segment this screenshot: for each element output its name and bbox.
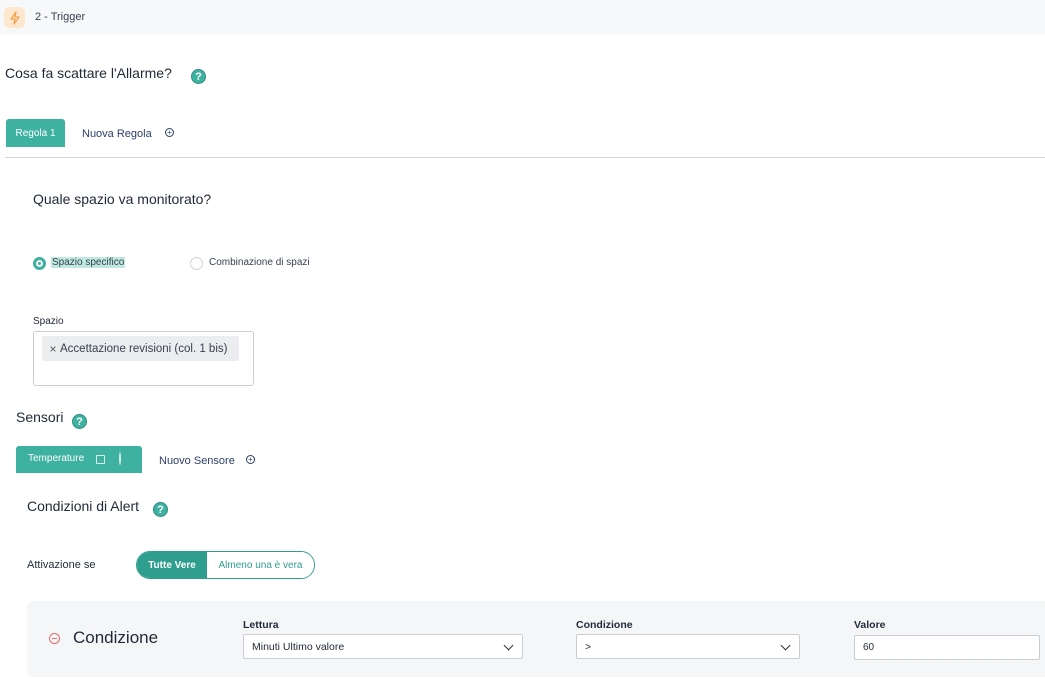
remove-condition-icon[interactable] bbox=[49, 633, 60, 644]
add-sensor-icon[interactable]: + bbox=[246, 455, 255, 464]
activation-label: Attivazione se bbox=[27, 559, 96, 571]
radio-combinazione-spazi-label: Combinazione di spazi bbox=[209, 257, 310, 268]
radio-spazio-specifico[interactable] bbox=[33, 257, 46, 270]
radio-combinazione-spazi[interactable] bbox=[190, 257, 203, 270]
condizione-select[interactable]: > bbox=[576, 634, 800, 659]
spazio-chip: × Accettazione revisioni (col. 1 bis) bbox=[42, 336, 239, 361]
step-header bbox=[0, 0, 1045, 35]
step-title: 2 - Trigger bbox=[35, 11, 86, 23]
chevron-down-icon bbox=[780, 640, 791, 651]
remove-sensor-icon[interactable] bbox=[119, 452, 121, 465]
lettura-value: Minuti Ultimo valore bbox=[252, 640, 345, 653]
tab-regola-1[interactable]: Regola 1 bbox=[6, 119, 65, 147]
sensors-title: Sensori bbox=[16, 409, 64, 425]
spazio-chip-label: Accettazione revisioni (col. 1 bis) bbox=[60, 342, 228, 355]
lettura-label: Lettura bbox=[243, 619, 279, 631]
spazio-label: Spazio bbox=[33, 316, 64, 327]
valore-label: Valore bbox=[854, 619, 886, 631]
valore-value: 60 bbox=[863, 642, 875, 653]
help-icon[interactable]: ? bbox=[191, 69, 206, 84]
help-icon[interactable]: ? bbox=[72, 414, 87, 429]
add-rule-icon[interactable]: + bbox=[165, 128, 174, 137]
alert-title: Condizioni di Alert bbox=[27, 498, 140, 514]
radio-spazio-specifico-label: Spazio specifico bbox=[51, 257, 126, 268]
help-icon[interactable]: ? bbox=[153, 502, 168, 517]
new-rule-link[interactable]: Nuova Regola bbox=[82, 128, 152, 140]
toggle-almeno-una[interactable]: Almeno una è vera bbox=[207, 552, 314, 578]
tab-sensor-temperature[interactable]: Temperature bbox=[16, 446, 142, 473]
condizione-label: Condizione bbox=[576, 619, 633, 631]
condition-title: Condizione bbox=[73, 628, 159, 647]
toggle-tutte-vere[interactable]: Tutte Vere bbox=[137, 552, 207, 578]
trigger-question: Cosa fa scattare l'Allarme? bbox=[5, 65, 172, 81]
edit-icon[interactable] bbox=[96, 455, 105, 464]
monitor-question: Quale spazio va monitorato? bbox=[33, 191, 212, 207]
tabs-divider bbox=[5, 157, 1045, 158]
lightning-icon bbox=[4, 7, 25, 28]
condizione-value: > bbox=[585, 640, 592, 653]
activation-toggle[interactable]: Tutte Vere Almeno una è vera bbox=[136, 551, 315, 579]
remove-chip-icon[interactable]: × bbox=[46, 342, 60, 356]
valore-input[interactable]: 60 bbox=[854, 635, 1040, 660]
lettura-select[interactable]: Minuti Ultimo valore bbox=[243, 634, 523, 659]
new-sensor-link[interactable]: Nuovo Sensore bbox=[159, 455, 235, 467]
chevron-down-icon bbox=[503, 640, 514, 651]
sensor-tab-label: Temperature bbox=[28, 453, 85, 464]
